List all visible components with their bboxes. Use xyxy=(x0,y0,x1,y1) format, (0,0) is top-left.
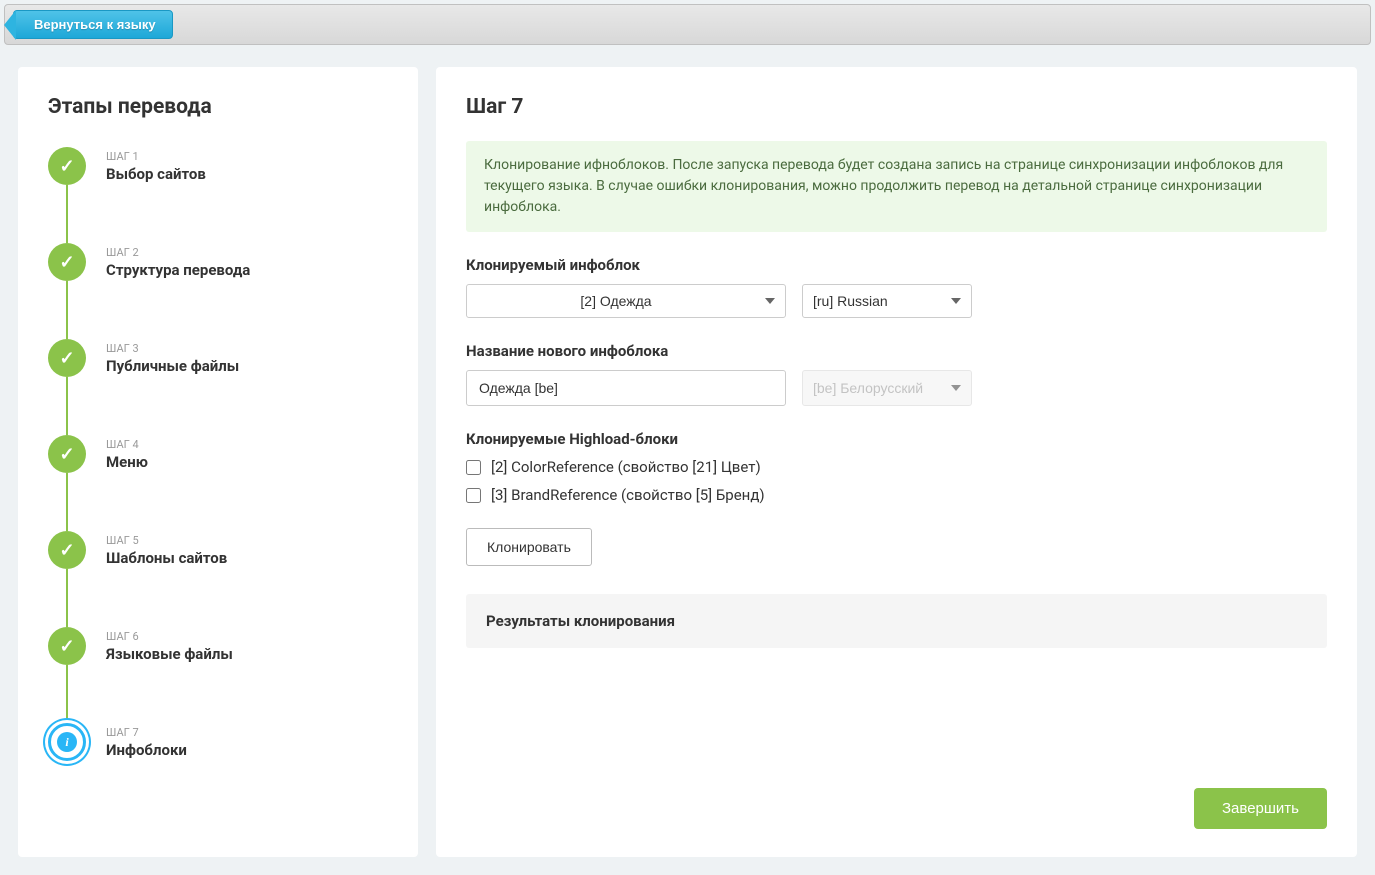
page-container: Этапы перевода ✓ ШАГ 1 Выбор сайтов ✓ ШАГ 2 С… xyxy=(0,49,1375,875)
clone-results-panel: Результаты клонирования xyxy=(466,594,1327,648)
highload-checkbox-1[interactable] xyxy=(466,488,481,503)
step-title: Публичные файлы xyxy=(106,357,239,375)
step-done-icon: ✓ xyxy=(48,531,86,569)
source-iblock-row: [2] Одежда [ru] Russian xyxy=(466,284,1327,318)
sidebar-title: Этапы перевода xyxy=(48,95,388,119)
step-item-3[interactable]: ✓ ШАГ 3 Публичные файлы xyxy=(48,339,388,435)
top-bar: Вернуться к языку xyxy=(4,4,1371,45)
source-iblock-label: Клонируемый инфоблок xyxy=(466,256,1327,274)
step-title: Меню xyxy=(106,453,148,471)
step-item-7[interactable]: i ШАГ 7 Инфоблоки xyxy=(48,723,388,761)
step-text: ШАГ 4 Меню xyxy=(106,438,148,471)
step-text: ШАГ 3 Публичные файлы xyxy=(106,342,239,375)
steps-sidebar: Этапы перевода ✓ ШАГ 1 Выбор сайтов ✓ ШАГ 2 С… xyxy=(18,67,418,857)
step-current-icon: i xyxy=(48,723,86,761)
highload-item: [3] BrandReference (свойство [5] Бренд) xyxy=(466,486,1327,504)
new-iblock-name-input[interactable] xyxy=(466,370,786,406)
step-title: Выбор сайтов xyxy=(106,165,206,183)
step-title: Языковые файлы xyxy=(106,645,233,663)
source-iblock-select[interactable]: [2] Одежда xyxy=(466,284,786,318)
step-label: ШАГ 7 xyxy=(106,726,187,739)
step-text: ШАГ 1 Выбор сайтов xyxy=(106,150,206,183)
highload-checkbox-0[interactable] xyxy=(466,460,481,475)
info-icon: i xyxy=(65,735,68,750)
step-item-5[interactable]: ✓ ШАГ 5 Шаблоны сайтов xyxy=(48,531,388,627)
step-label: ШАГ 4 xyxy=(106,438,148,451)
step-done-icon: ✓ xyxy=(48,627,86,665)
highload-item: [2] ColorReference (свойство [21] Цвет) xyxy=(466,458,1327,476)
step-done-icon: ✓ xyxy=(48,147,86,185)
step-done-icon: ✓ xyxy=(48,435,86,473)
step-item-4[interactable]: ✓ ШАГ 4 Меню xyxy=(48,435,388,531)
step-label: ШАГ 1 xyxy=(106,150,206,163)
check-icon: ✓ xyxy=(59,636,74,657)
step-done-icon: ✓ xyxy=(48,243,86,281)
step-label: ШАГ 6 xyxy=(106,630,233,643)
steps-list: ✓ ШАГ 1 Выбор сайтов ✓ ШАГ 2 Структура перево… xyxy=(48,147,388,761)
step-title: Инфоблоки xyxy=(106,741,187,759)
clone-results-title: Результаты клонирования xyxy=(486,612,1307,630)
step-item-2[interactable]: ✓ ШАГ 2 Структура перевода xyxy=(48,243,388,339)
main-panel: Шаг 7 Клонирование ифноблоков. После зап… xyxy=(436,67,1357,857)
step-label: ШАГ 2 xyxy=(106,246,250,259)
page-title: Шаг 7 xyxy=(466,95,1327,119)
step-text: ШАГ 6 Языковые файлы xyxy=(106,630,233,663)
check-icon: ✓ xyxy=(59,540,74,561)
step-done-icon: ✓ xyxy=(48,339,86,377)
new-iblock-label: Название нового инфоблока xyxy=(466,342,1327,360)
step-title: Структура перевода xyxy=(106,261,250,279)
highload-blocks-list: [2] ColorReference (свойство [21] Цвет) [… xyxy=(466,458,1327,504)
check-icon: ✓ xyxy=(59,348,74,369)
step-title: Шаблоны сайтов xyxy=(106,549,227,567)
step-item-1[interactable]: ✓ ШАГ 1 Выбор сайтов xyxy=(48,147,388,243)
finish-button[interactable]: Завершить xyxy=(1194,788,1327,829)
highload-blocks-label: Клонируемые Highload-блоки xyxy=(466,430,1327,448)
highload-label: [2] ColorReference (свойство [21] Цвет) xyxy=(491,458,761,476)
back-to-language-button[interactable]: Вернуться к языку xyxy=(13,10,173,39)
source-language-select[interactable]: [ru] Russian xyxy=(802,284,972,318)
step-text: ШАГ 7 Инфоблоки xyxy=(106,726,187,759)
step-text: ШАГ 5 Шаблоны сайтов xyxy=(106,534,227,567)
check-icon: ✓ xyxy=(59,252,74,273)
step-item-6[interactable]: ✓ ШАГ 6 Языковые файлы xyxy=(48,627,388,723)
step-text: ШАГ 2 Структура перевода xyxy=(106,246,250,279)
clone-button[interactable]: Клонировать xyxy=(466,528,592,566)
check-icon: ✓ xyxy=(59,444,74,465)
target-language-select: [be] Белорусский xyxy=(802,370,972,406)
new-iblock-row: [be] Белорусский xyxy=(466,370,1327,406)
info-banner: Клонирование ифноблоков. После запуска п… xyxy=(466,141,1327,232)
step-label: ШАГ 3 xyxy=(106,342,239,355)
highload-label: [3] BrandReference (свойство [5] Бренд) xyxy=(491,486,765,504)
finish-button-wrap: Завершить xyxy=(466,788,1327,829)
step-label: ШАГ 5 xyxy=(106,534,227,547)
check-icon: ✓ xyxy=(59,156,74,177)
